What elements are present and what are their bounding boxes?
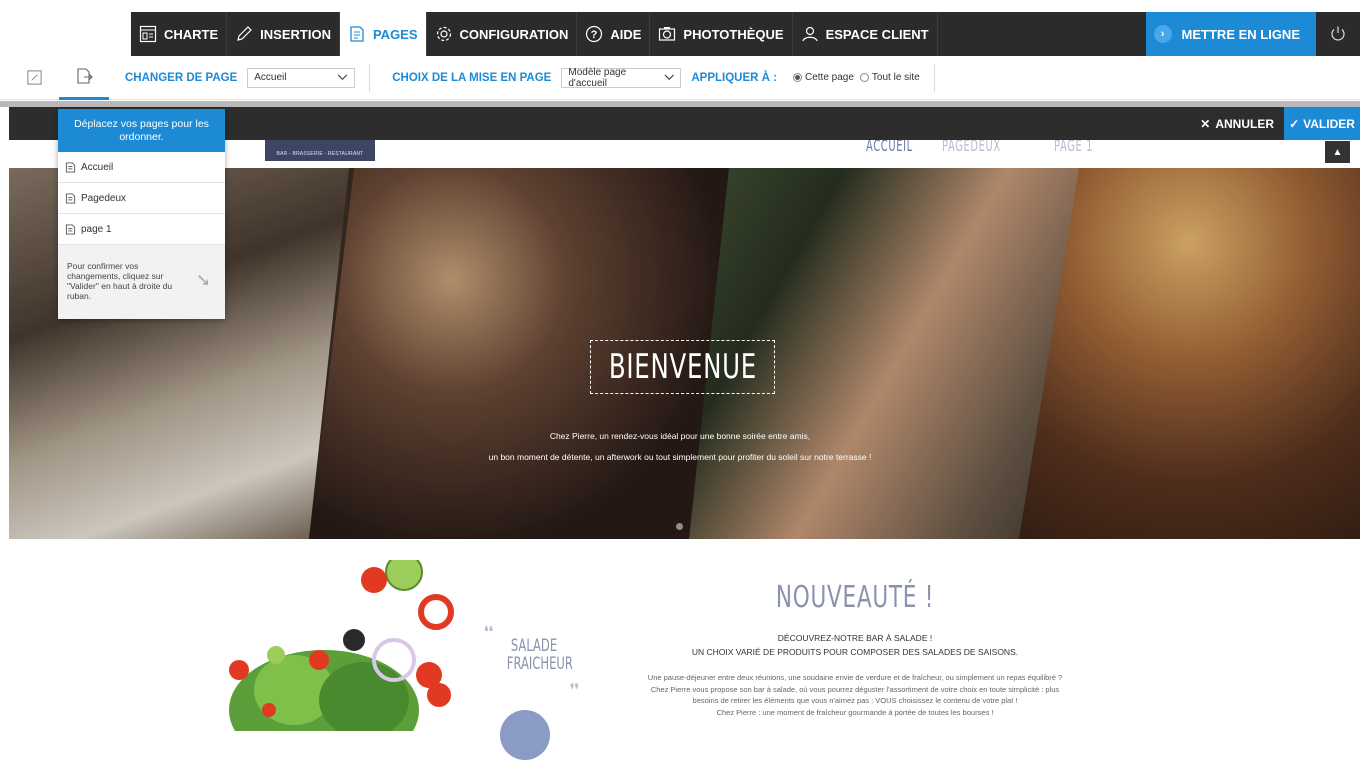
salad-title-line-2: FRAICHEUR (506, 654, 573, 674)
ribbon-divider (933, 63, 935, 92)
svg-text:?: ? (591, 29, 598, 41)
site-nav-accueil[interactable]: ACCUEIL (866, 140, 913, 152)
page-icon (65, 192, 76, 204)
salad-title-line-1: SALADE (510, 636, 558, 656)
site-logo[interactable]: BAR - BRASSERIE - RESTAURANT (265, 140, 375, 161)
hero-title[interactable]: BIENVENUE (590, 340, 775, 394)
page-move-icon (77, 68, 93, 84)
salad-illustration (229, 560, 454, 731)
camera-icon (659, 27, 676, 41)
nav-item-label: CONFIGURATION (459, 26, 569, 42)
radio-dot (792, 73, 802, 82)
hero-line-1: Chez Pierre, un rendez-vous idéal pour u… (549, 431, 811, 441)
slider-dot[interactable] (676, 523, 683, 530)
reorder-panel-hint: Pour confirmer vos changements, cliquez … (58, 245, 225, 319)
nav-item-label: ESPACE CLIENT (825, 26, 929, 42)
layout-value: Modèle page d'accueil (568, 66, 627, 89)
page-icon (65, 223, 76, 235)
user-icon (801, 26, 818, 42)
news-body-line: Chez Pierre vous propose son bar à salad… (650, 684, 1060, 694)
salad-title: SALADE FRAICHEUR (506, 636, 573, 674)
scroll-up-button[interactable]: ▲ (1325, 141, 1350, 163)
page-item-label: Pagedeux (81, 192, 127, 204)
page-item-label: Accueil (81, 161, 114, 173)
nav-item-pages[interactable]: PAGES (339, 12, 427, 56)
radio-dot (859, 73, 869, 82)
layout-icon (139, 25, 157, 43)
nav-item-label: PAGES (372, 26, 418, 42)
chevron-up-icon: ▲ (1332, 146, 1343, 158)
news-body-line: Une pause-déjeuner entre deux réunions, … (647, 673, 1063, 682)
draggable-page-item[interactable]: Pagedeux (58, 183, 225, 214)
validate-button[interactable]: ✓ VALIDER (1284, 107, 1360, 140)
site-nav-page-1[interactable]: PAGE 1 (1054, 140, 1093, 152)
nav-item-label: INSERTION (260, 26, 331, 42)
arrow-right-icon: ➘ (195, 270, 211, 290)
help-icon: ? (586, 25, 603, 43)
page-properties-button[interactable] (9, 56, 59, 100)
publish-button[interactable]: › METTRE EN LIGNE (1145, 12, 1316, 56)
page-item-label: page 1 (81, 223, 112, 235)
reorder-panel-header: Déplacez vos pages pour les ordonner. (58, 109, 225, 152)
nav-item-charte[interactable]: CHARTE (131, 12, 228, 56)
site-nav-pagedeux[interactable]: PAGEDEUX (942, 140, 1001, 152)
change-page-select[interactable]: Accueil (247, 67, 356, 88)
draggable-page-item[interactable]: Accueil (58, 152, 225, 183)
validate-label: VALIDER (1303, 116, 1355, 131)
power-icon (1331, 26, 1345, 41)
pencil-icon (237, 26, 253, 41)
nav-item-label: AIDE (610, 26, 642, 42)
cancel-button[interactable]: ✕ ANNULER (1192, 107, 1282, 140)
nav-item-insertion[interactable]: INSERTION (227, 12, 340, 56)
change-page-value: Accueil (254, 72, 287, 83)
news-body: Une pause-déjeuner entre deux réunions, … (612, 672, 1098, 718)
layout-choice-label: CHOIX DE LA MISE EN PAGE (392, 71, 552, 84)
page-edit-icon (26, 70, 42, 85)
news-subtitle-2: UN CHOIX VARIÉ DE PRODUITS POUR COMPOSER… (691, 647, 1019, 657)
apply-whole-site-radio[interactable]: Tout le site (859, 72, 920, 83)
chevron-down-icon (664, 74, 674, 80)
layout-select[interactable]: Modèle page d'accueil (561, 66, 682, 89)
top-navigation: CHARTE INSERTION PAGES CONFIGURATION ? A… (0, 0, 1360, 56)
nav-item-label: PHOTOTHÈQUE (683, 26, 784, 42)
reorder-pages-panel: Déplacez vos pages pour les ordonner. Ac… (58, 109, 225, 319)
logo-tagline: BAR - BRASSERIE - RESTAURANT (276, 151, 364, 157)
radio-label: Cette page (804, 72, 854, 83)
news-body-line: besoins de retirer les éléments que vous… (692, 696, 1018, 705)
chevron-down-icon (338, 74, 348, 80)
gear-icon (436, 26, 451, 42)
apply-this-page-radio[interactable]: Cette page (792, 72, 854, 83)
nav-item-phototheque[interactable]: PHOTOTHÈQUE (650, 12, 793, 56)
cancel-label: ANNULER (1215, 116, 1274, 131)
nav-item-configuration[interactable]: CONFIGURATION (427, 12, 578, 56)
news-title: NOUVEAUTÉ ! (775, 580, 935, 615)
draggable-page-item[interactable]: page 1 (58, 214, 225, 245)
publish-label: METTRE EN LIGNE (1181, 26, 1300, 42)
top-navigation-bar: CHARTE INSERTION PAGES CONFIGURATION ? A… (131, 12, 1360, 56)
change-page-label: CHANGER DE PAGE (125, 71, 238, 84)
quote-close-icon: ❜❜ (570, 681, 580, 697)
power-button[interactable] (1316, 12, 1360, 56)
decorative-circle (500, 710, 550, 760)
news-subtitle-1: DÉCOUVREZ-NOTRE BAR À SALADE ! (777, 633, 933, 643)
page-icon (65, 161, 76, 173)
apply-to-label: APPLIQUER À : (691, 71, 777, 84)
nav-item-aide[interactable]: ? AIDE (577, 12, 651, 56)
pages-ribbon: CHANGER DE PAGE Accueil CHOIX DE LA MISE… (0, 56, 1360, 100)
ribbon-divider (369, 63, 371, 92)
radio-label: Tout le site (871, 72, 920, 83)
nav-item-espace-client[interactable]: ESPACE CLIENT (793, 12, 938, 56)
hero-title-text: BIENVENUE (608, 347, 757, 387)
hint-text: Pour confirmer vos changements, cliquez … (67, 261, 173, 301)
news-body-line: Chez Pierre : une moment de fraîcheur go… (716, 707, 994, 717)
page-icon (350, 26, 364, 42)
reorder-pages-button[interactable] (59, 56, 109, 100)
close-icon: ✕ (1200, 116, 1211, 131)
check-icon: ✓ (1289, 116, 1300, 131)
chevron-right-icon: › (1153, 25, 1172, 43)
quote-open-icon: ❛❛ (484, 623, 494, 639)
nav-item-label: CHARTE (164, 26, 219, 42)
hero-line-2: un bon moment de détente, un afterwork o… (488, 452, 872, 462)
